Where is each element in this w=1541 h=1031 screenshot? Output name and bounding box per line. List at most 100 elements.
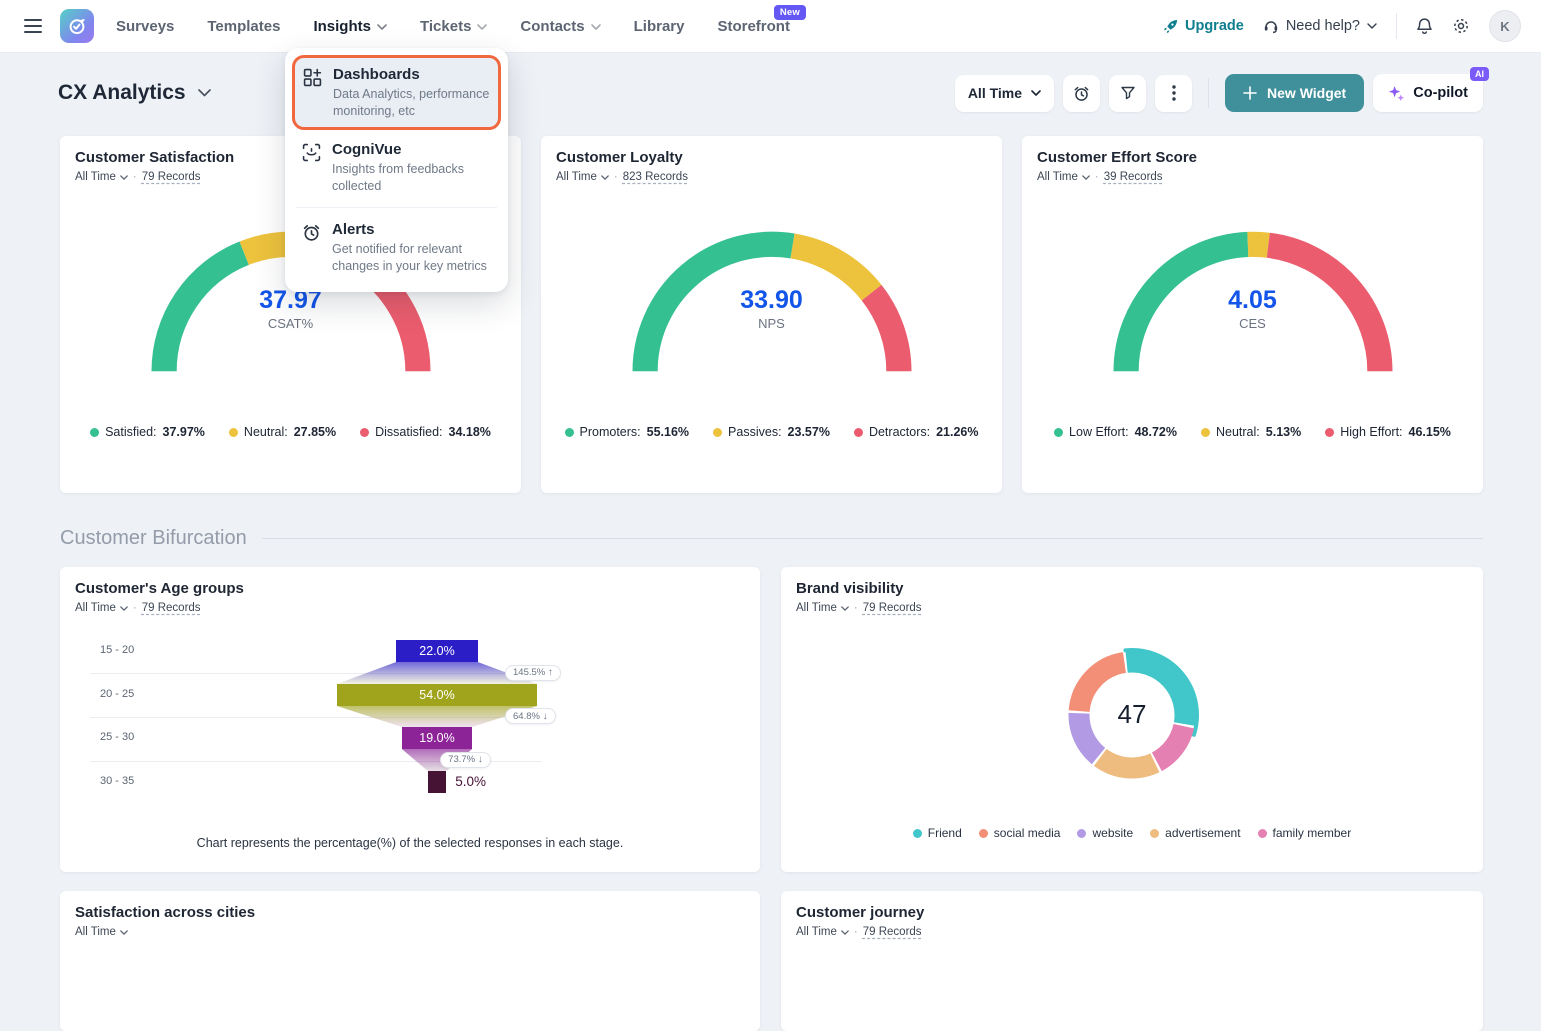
- legend-item[interactable]: family member: [1258, 826, 1352, 840]
- legend-item[interactable]: Neutral: 27.85%: [229, 425, 336, 439]
- chevron-down-icon: [591, 24, 601, 30]
- card-title: Customer Loyalty: [556, 149, 987, 166]
- records-link[interactable]: 823 Records: [623, 171, 688, 183]
- legend-item[interactable]: Detractors: 21.26%: [854, 425, 979, 439]
- chevron-down-icon: [1082, 175, 1090, 180]
- time-filter-select[interactable]: All Time: [955, 75, 1054, 112]
- chevron-down-icon: [477, 24, 487, 30]
- app-logo[interactable]: [60, 9, 94, 43]
- hamburger-menu-icon[interactable]: [20, 15, 46, 38]
- funnel-bar-30-35[interactable]: [428, 771, 447, 793]
- card-time-filter[interactable]: All Time: [796, 602, 849, 614]
- records-link[interactable]: 79 Records: [863, 926, 922, 938]
- card-title: Brand visibility: [796, 580, 1468, 597]
- legend-item[interactable]: Low Effort: 48.72%: [1054, 425, 1177, 439]
- gauge-legend: Satisfied: 37.97% Neutral: 27.85% Dissatis…: [60, 425, 521, 439]
- customer-loyalty-card: Customer Loyalty All Time · 823 Records …: [541, 136, 1002, 493]
- records-link[interactable]: 39 Records: [1104, 171, 1163, 183]
- nav-item-contacts[interactable]: Contacts: [520, 18, 600, 35]
- legend-item[interactable]: Promoters: 55.16%: [565, 425, 690, 439]
- menu-item-cognivue[interactable]: CogniVue Insights from feedbacks collect…: [292, 130, 501, 205]
- legend-item[interactable]: Satisfied: 37.97%: [90, 425, 205, 439]
- nav-item-tickets[interactable]: Tickets: [420, 18, 487, 35]
- gauge-legend: Promoters: 55.16% Passives: 23.57% Detract…: [541, 425, 1002, 439]
- card-time-filter[interactable]: All Time: [75, 602, 128, 614]
- section-title: Customer Bifurcation: [60, 527, 247, 550]
- chevron-down-icon: [120, 606, 128, 611]
- divider: [296, 207, 497, 208]
- headset-icon: [1263, 18, 1279, 34]
- customer-effort-score-card: Customer Effort Score All Time · 39 Reco…: [1022, 136, 1483, 493]
- chevron-down-icon: [198, 89, 211, 97]
- donut-segment-family-member[interactable]: [1157, 726, 1184, 762]
- legend-item[interactable]: social media: [979, 826, 1061, 840]
- menu-item-dashboards[interactable]: Dashboards Data Analytics, performance m…: [292, 55, 501, 130]
- plus-icon: [1243, 86, 1257, 100]
- notifications-bell-icon[interactable]: [1416, 17, 1433, 35]
- nav-item-storefront[interactable]: StorefrontNew: [717, 18, 790, 35]
- cognivue-icon: [302, 143, 321, 162]
- settings-gear-icon[interactable]: [1452, 17, 1470, 35]
- rocket-icon: [1163, 19, 1178, 34]
- funnel-bar-20-25[interactable]: 54.0%: [337, 684, 537, 706]
- chevron-down-icon: [601, 175, 609, 180]
- legend-item[interactable]: High Effort: 46.15%: [1325, 425, 1451, 439]
- gauge-chart: 33.90 NPS: [617, 216, 927, 386]
- legend-item[interactable]: Passives: 23.57%: [713, 425, 830, 439]
- chevron-down-icon: [377, 24, 387, 30]
- records-link[interactable]: 79 Records: [142, 171, 201, 183]
- chevron-down-icon: [1031, 90, 1041, 96]
- more-options-button[interactable]: [1155, 75, 1192, 112]
- card-subtitle: All Time · 79 Records: [796, 926, 1468, 938]
- funnel-bar-15-20[interactable]: 22.0%: [396, 640, 477, 662]
- main-nav: Surveys Templates Insights Tickets Conta…: [116, 18, 790, 35]
- nav-item-insights[interactable]: Insights: [313, 18, 387, 35]
- need-help-button[interactable]: Need help?: [1263, 18, 1377, 34]
- chevron-down-icon: [841, 606, 849, 611]
- legend-item[interactable]: Dissatisfied: 34.18%: [360, 425, 491, 439]
- upgrade-button[interactable]: Upgrade: [1163, 18, 1244, 34]
- nav-item-templates[interactable]: Templates: [207, 18, 280, 35]
- donut-chart: 47: [1042, 625, 1222, 805]
- legend-dot: [854, 428, 863, 437]
- card-time-filter[interactable]: All Time: [796, 926, 849, 938]
- new-widget-button[interactable]: New Widget: [1225, 74, 1364, 112]
- legend-dot: [229, 428, 238, 437]
- nav-item-library[interactable]: Library: [634, 18, 685, 35]
- card-time-filter[interactable]: All Time: [1037, 171, 1090, 183]
- nav-item-surveys[interactable]: Surveys: [116, 18, 174, 35]
- donut-center-value: 47: [1042, 699, 1222, 730]
- dashboards-icon: [303, 68, 322, 87]
- user-avatar[interactable]: K: [1489, 10, 1521, 42]
- legend-dot: [1201, 428, 1210, 437]
- card-subtitle: All Time · 39 Records: [1037, 171, 1468, 183]
- schedule-alarm-button[interactable]: [1063, 75, 1100, 112]
- funnel-bar-25-30[interactable]: 19.0%: [402, 727, 472, 749]
- age-groups-card: Customer's Age groups All Time · 79 Reco…: [60, 567, 760, 872]
- legend-item[interactable]: website: [1077, 826, 1133, 840]
- funnel-chart: 15 - 2022.0%20 - 2554.0%25 - 3019.0%30 -…: [60, 627, 760, 817]
- gauge-segment-neutral[interactable]: [1247, 244, 1267, 245]
- gauge-value: 4.05: [1098, 286, 1408, 315]
- card-subtitle: All Time · 79 Records: [75, 602, 745, 614]
- legend-item[interactable]: Friend: [913, 826, 962, 840]
- filter-button[interactable]: [1109, 75, 1146, 112]
- legend-dot: [360, 428, 369, 437]
- card-time-filter[interactable]: All Time: [75, 171, 128, 183]
- top-navbar: Surveys Templates Insights Tickets Conta…: [0, 0, 1541, 53]
- records-link[interactable]: 79 Records: [142, 602, 201, 614]
- legend-item[interactable]: advertisement: [1150, 826, 1240, 840]
- divider: [1396, 13, 1397, 39]
- copilot-button[interactable]: Co-pilot AI: [1373, 74, 1483, 112]
- dashboard-title-dropdown[interactable]: CX Analytics: [58, 81, 211, 105]
- card-time-filter[interactable]: All Time: [75, 926, 128, 938]
- donut-segment-advertisement[interactable]: [1100, 757, 1155, 768]
- legend-dot: [1325, 428, 1334, 437]
- kebab-menu-icon: [1172, 85, 1176, 101]
- section-header: Customer Bifurcation: [60, 527, 1483, 550]
- card-time-filter[interactable]: All Time: [556, 171, 609, 183]
- menu-item-alerts[interactable]: Alerts Get notified for relevant changes…: [292, 210, 501, 285]
- records-link[interactable]: 79 Records: [863, 602, 922, 614]
- legend-dot: [1077, 829, 1086, 838]
- legend-item[interactable]: Neutral: 5.13%: [1201, 425, 1301, 439]
